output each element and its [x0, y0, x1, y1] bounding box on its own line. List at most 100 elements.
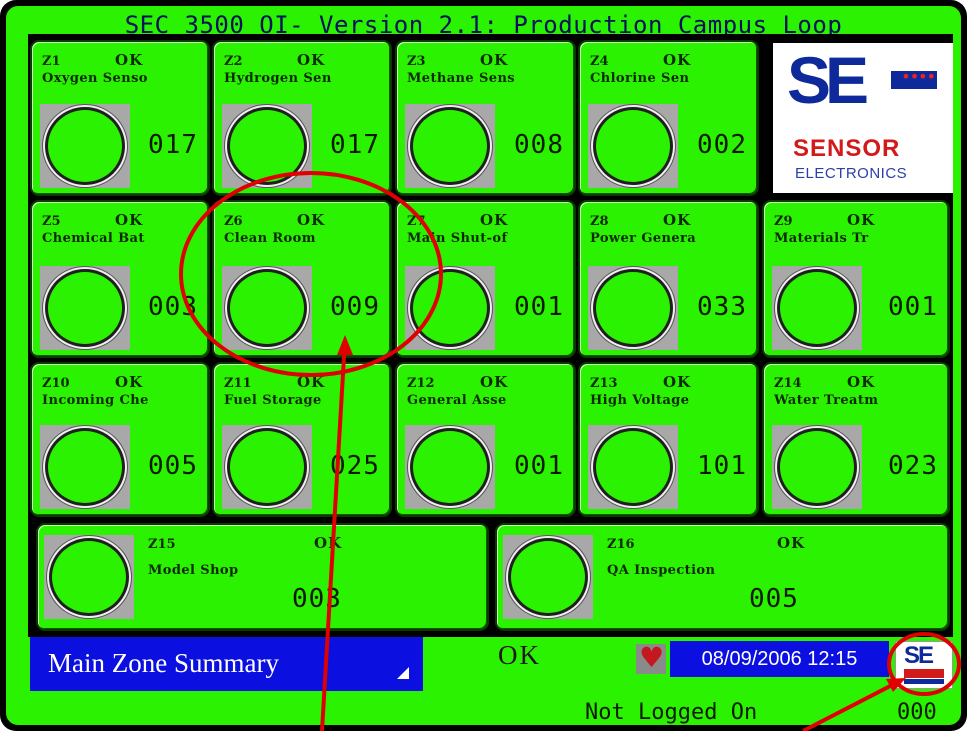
mini-logo-mark: SE: [904, 642, 934, 669]
dropdown-triangle-icon: [397, 667, 409, 679]
zone-value: 101: [697, 451, 747, 481]
zone-value: 017: [148, 130, 198, 160]
datetime-display: 08/09/2006 12:15: [670, 641, 889, 677]
login-status[interactable]: Not Logged On: [585, 700, 757, 725]
zone-name: Model Shop: [148, 563, 239, 578]
gauge-icon: [588, 425, 678, 509]
logo-mark: SE: [787, 43, 869, 117]
zone-id: Z4: [590, 54, 609, 69]
gauge-icon: [405, 425, 495, 509]
zone-value: 033: [697, 292, 747, 322]
zone-id: Z3: [407, 54, 426, 69]
zone-status: OK: [480, 211, 509, 229]
gauge-icon: [772, 425, 862, 509]
zone-value: 001: [514, 451, 564, 481]
sensor-electronics-logo: SE SENSOR ELECTRONICS: [773, 43, 953, 193]
zone-value: 023: [888, 451, 938, 481]
zone-id: Z13: [590, 376, 618, 391]
zone-name: Incoming Che: [42, 393, 149, 408]
zone-value: 025: [330, 451, 380, 481]
mini-logo-blue-bar: [904, 679, 944, 684]
zone-tile-5[interactable]: Z5 OK Chemical Bat 003: [30, 200, 210, 358]
logo-electronics-text: ELECTRONICS: [795, 165, 908, 182]
zone-value: 001: [514, 292, 564, 322]
zone-value: 017: [330, 130, 380, 160]
zone-tile-15[interactable]: Z15 OK Model Shop 003: [36, 523, 489, 631]
zone-id: Z1: [42, 54, 61, 69]
view-selector-dropdown[interactable]: Main Zone Summary: [30, 637, 423, 691]
zone-id: Z2: [224, 54, 243, 69]
zone-id: Z5: [42, 214, 61, 229]
zone-name: Chlorine Sen: [590, 71, 690, 86]
zone-tile-14[interactable]: Z14 OK Water Treatm 023: [762, 362, 950, 517]
zone-name: Materials Tr: [774, 231, 869, 246]
zone-name: High Voltage: [590, 393, 690, 408]
mini-logo-red-bar: [904, 669, 944, 678]
zone-id: Z8: [590, 214, 609, 229]
zone-value: 005: [749, 584, 799, 614]
zone-tile-2[interactable]: Z2 OK Hydrogen Sen 017: [212, 40, 392, 196]
gauge-icon: [772, 266, 862, 350]
zone-id: Z11: [224, 376, 252, 391]
zone-tile-12[interactable]: Z12 OK General Asse 001: [395, 362, 576, 517]
zone-id: Z6: [224, 214, 243, 229]
zone-id: Z10: [42, 376, 70, 391]
zone-status: OK: [847, 373, 876, 391]
zone-status: OK: [847, 211, 876, 229]
zone-status: OK: [663, 51, 692, 69]
gauge-icon: [222, 104, 312, 188]
zone-status: OK: [777, 534, 806, 552]
zone-name: Clean Room: [224, 231, 316, 246]
zone-tile-7[interactable]: Z7 OK Main Shut-of 001: [395, 200, 576, 358]
zone-tile-3[interactable]: Z3 OK Methane Sens 008: [395, 40, 576, 196]
zone-tile-1[interactable]: Z1 OK Oxygen Senso 017: [30, 40, 210, 196]
zone-tile-16[interactable]: Z16 OK QA Inspection 005: [495, 523, 950, 631]
system-status: OK: [498, 640, 541, 670]
zone-tile-4[interactable]: Z4 OK Chlorine Sen 002: [578, 40, 759, 196]
zone-value: 009: [330, 292, 380, 322]
logo-dots: [891, 67, 937, 89]
gauge-icon: [588, 104, 678, 188]
zone-tile-10[interactable]: Z10 OK Incoming Che 005: [30, 362, 210, 517]
zone-name: Water Treatm: [774, 393, 879, 408]
zone-value: 003: [292, 584, 342, 614]
zone-name: Methane Sens: [407, 71, 516, 86]
zone-tile-8[interactable]: Z8 OK Power Genera 033: [578, 200, 759, 358]
mini-logo-button[interactable]: SE: [895, 641, 953, 689]
zone-tile-11[interactable]: Z11 OK Fuel Storage 025: [212, 362, 392, 517]
zone-tile-13[interactable]: Z13 OK High Voltage 101: [578, 362, 759, 517]
zone-status: OK: [663, 373, 692, 391]
zone-id: Z15: [148, 537, 176, 552]
zone-status: OK: [314, 534, 343, 552]
gauge-icon: [40, 104, 130, 188]
zone-name: Power Genera: [590, 231, 697, 246]
zone-id: Z16: [607, 537, 635, 552]
gauge-icon: [40, 266, 130, 350]
logo-sensor-text: SENSOR: [793, 135, 901, 162]
alarm-icon[interactable]: [636, 641, 666, 674]
zone-name: Main Shut-of: [407, 231, 508, 246]
zone-name: Oxygen Senso: [42, 71, 148, 86]
zone-tile-9[interactable]: Z9 OK Materials Tr 001: [762, 200, 950, 358]
gauge-icon: [222, 425, 312, 509]
zone-status: OK: [480, 51, 509, 69]
zone-status: OK: [297, 373, 326, 391]
zone-name: General Asse: [407, 393, 507, 408]
zone-value: 005: [148, 451, 198, 481]
view-selector-label: Main Zone Summary: [48, 648, 279, 678]
zone-value: 008: [514, 130, 564, 160]
gauge-icon: [405, 104, 495, 188]
zone-tile-6[interactable]: Z6 OK Clean Room 009: [212, 200, 392, 358]
zone-status: OK: [115, 373, 144, 391]
zone-status: OK: [297, 211, 326, 229]
zone-name: Chemical Bat: [42, 231, 145, 246]
zone-id: Z14: [774, 376, 802, 391]
gauge-icon: [503, 535, 593, 619]
event-counter: 000: [897, 700, 937, 725]
zone-id: Z7: [407, 214, 426, 229]
zone-name: Fuel Storage: [224, 393, 322, 408]
zone-status: OK: [663, 211, 692, 229]
gauge-icon: [40, 425, 130, 509]
zone-status: OK: [480, 373, 509, 391]
gauge-icon: [588, 266, 678, 350]
